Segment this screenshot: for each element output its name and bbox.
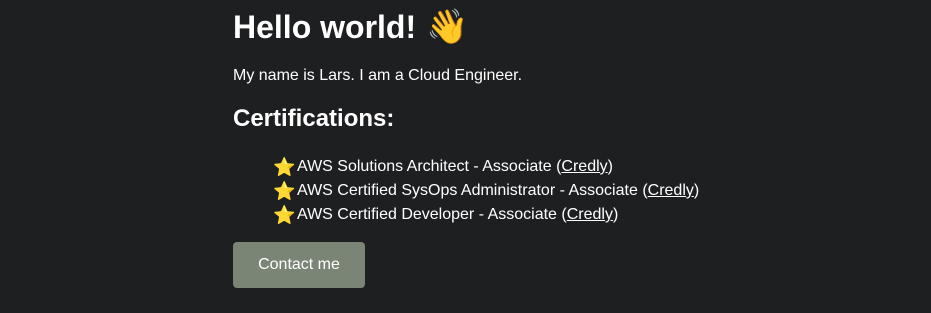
list-item: ⭐ AWS Certified Developer - Associate (C… xyxy=(273,203,699,227)
star-icon: ⭐ xyxy=(273,205,296,225)
certification-label: AWS Certified SysOps Administrator - Ass… xyxy=(297,182,638,199)
page: Hello world! 👋 My name is Lars. I am a C… xyxy=(0,0,931,313)
intro-text: My name is Lars. I am a Cloud Engineer. xyxy=(233,67,523,84)
certifications-list: ⭐ AWS Solutions Architect - Associate (C… xyxy=(273,155,699,227)
page-title-text: Hello world! xyxy=(233,9,417,45)
certification-label: AWS Solutions Architect - Associate xyxy=(297,158,552,175)
list-item: ⭐ AWS Solutions Architect - Associate (C… xyxy=(273,155,699,179)
star-icon: ⭐ xyxy=(273,181,296,201)
credly-link[interactable]: Credly xyxy=(567,203,613,227)
paren-close: ) xyxy=(612,206,619,223)
credly-link[interactable]: Credly xyxy=(648,179,694,203)
list-item: ⭐ AWS Certified SysOps Administrator - A… xyxy=(273,179,699,203)
page-title: Hello world! 👋 xyxy=(233,8,468,46)
paren-close: ) xyxy=(693,182,700,199)
paren-close: ) xyxy=(607,158,613,175)
star-icon: ⭐ xyxy=(273,157,296,177)
certification-label: AWS Certified Developer - Associate xyxy=(297,206,557,223)
certifications-heading: Certifications: xyxy=(233,105,395,132)
credly-link[interactable]: Credly xyxy=(561,155,607,179)
waving-hand-icon: 👋 xyxy=(426,8,469,46)
contact-me-button[interactable]: Contact me xyxy=(233,242,365,288)
